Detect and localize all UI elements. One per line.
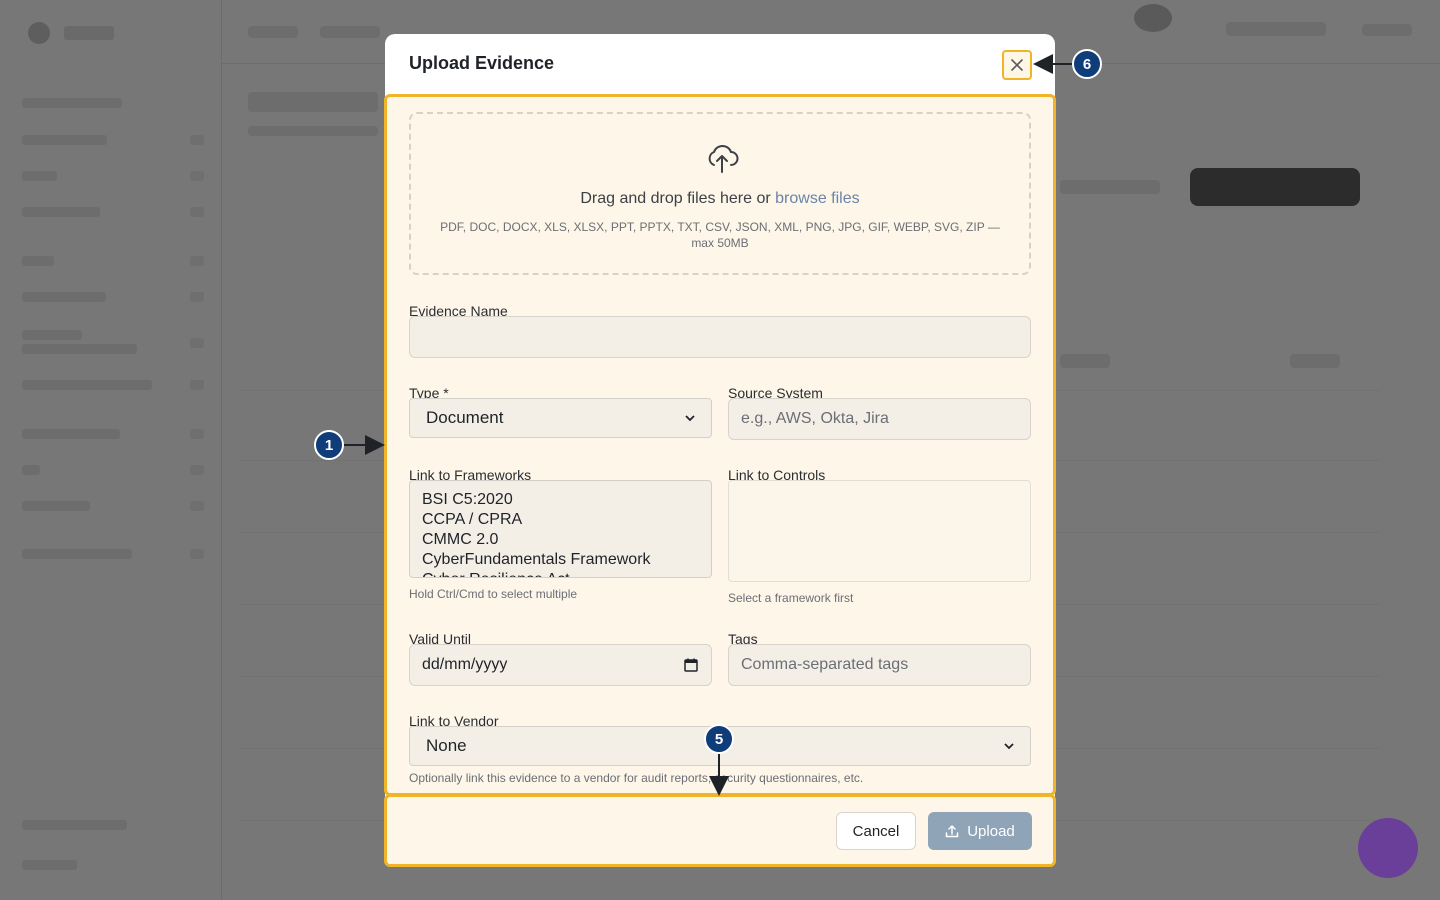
evidence-name-input[interactable] (409, 316, 1031, 358)
controls-multiselect[interactable] (728, 480, 1031, 582)
upload-icon (945, 825, 959, 838)
controls-helper: Select a framework first (728, 591, 854, 605)
sidebar-count (190, 549, 204, 559)
dropzone-text: Drag and drop files here or browse files (411, 190, 1029, 208)
sidebar-count (190, 380, 204, 390)
framework-option[interactable]: Cyber Resilience Act (422, 570, 699, 577)
sidebar-item (22, 820, 127, 830)
chevron-down-icon (685, 415, 695, 422)
framework-option[interactable]: CMMC 2.0 (422, 530, 699, 550)
framework-option[interactable]: CyberFundamentals Framework (422, 550, 699, 570)
sidebar-item (22, 380, 152, 390)
page-title (248, 92, 378, 112)
close-button[interactable] (1002, 50, 1032, 80)
valid-until-input[interactable]: dd/mm/yyyy (409, 644, 712, 686)
sidebar-item (22, 501, 90, 511)
modal-header: Upload Evidence (385, 34, 1055, 94)
sidebar-count (190, 171, 204, 181)
type-select[interactable]: Document (409, 398, 712, 438)
vendor-helper: Optionally link this evidence to a vendo… (409, 771, 864, 785)
user-name (1226, 22, 1326, 36)
dropzone-hint: PDF, DOC, DOCX, XLS, XLSX, PPT, PPTX, TX… (440, 220, 1000, 250)
sidebar-item (22, 465, 40, 475)
annotation-badge-5: 5 (704, 724, 734, 754)
dropzone-text-prefix: Drag and drop files here or (580, 190, 776, 207)
framework-option[interactable]: BSI C5:2020 (422, 490, 699, 510)
vendor-select-value: None (426, 736, 467, 755)
type-select-value: Document (426, 408, 504, 427)
sidebar-item (22, 135, 107, 145)
browse-files-link[interactable]: browse files (775, 190, 859, 207)
sidebar-count (190, 207, 204, 217)
modal-footer: Cancel Upload (384, 794, 1056, 867)
cancel-button[interactable]: Cancel (836, 812, 916, 850)
sidebar-item (22, 330, 82, 340)
file-dropzone[interactable]: Drag and drop files here or browse files… (409, 112, 1031, 275)
breadcrumb (320, 26, 380, 38)
sidebar-count (190, 135, 204, 145)
annotation-badge-1: 1 (314, 430, 344, 460)
modal-title: Upload Evidence (409, 53, 555, 73)
frameworks-helper: Hold Ctrl/Cmd to select multiple (409, 587, 578, 601)
background-sidebar (0, 0, 222, 900)
sidebar-count (190, 429, 204, 439)
sidebar-count (190, 465, 204, 475)
sidebar-item (22, 429, 120, 439)
source-system-input[interactable]: e.g., AWS, Okta, Jira (728, 398, 1031, 440)
annotation-badge-6: 6 (1072, 49, 1102, 79)
topbar-item (1362, 24, 1412, 36)
sidebar-count (190, 256, 204, 266)
frameworks-multiselect[interactable]: BSI C5:2020 CCPA / CPRA CMMC 2.0 CyberFu… (409, 480, 712, 578)
primary-action-button (1190, 168, 1360, 206)
valid-until-value: dd/mm/yyyy (422, 656, 508, 673)
tags-input[interactable]: Comma-separated tags (728, 644, 1031, 686)
upload-button-label: Upload (967, 822, 1015, 840)
logo-text (64, 26, 114, 40)
sidebar-item (22, 207, 100, 217)
sidebar-item (22, 292, 106, 302)
sidebar-item (22, 860, 77, 870)
table-header-cell (1290, 354, 1340, 368)
chevron-down-icon (1004, 743, 1014, 750)
table-header-cell (1060, 354, 1110, 368)
avatar (1134, 4, 1172, 32)
toolbar-button (1060, 180, 1160, 194)
sidebar-item (22, 549, 132, 559)
sidebar-item (22, 256, 54, 266)
modal-body: Drag and drop files here or browse files… (384, 94, 1056, 796)
logo (28, 22, 50, 44)
sidebar-count (190, 501, 204, 511)
upload-button[interactable]: Upload (928, 812, 1032, 850)
chat-fab (1358, 818, 1418, 878)
sidebar-item (22, 344, 137, 354)
calendar-icon[interactable] (683, 657, 699, 673)
sidebar-item (22, 98, 122, 108)
sidebar-count (190, 292, 204, 302)
framework-option[interactable]: CCPA / CPRA (422, 510, 699, 530)
page-subtitle (248, 126, 378, 136)
close-icon (1011, 59, 1023, 71)
breadcrumb (248, 26, 298, 38)
sidebar-count (190, 338, 204, 348)
upload-cloud-icon (708, 145, 739, 173)
sidebar-item (22, 171, 57, 181)
